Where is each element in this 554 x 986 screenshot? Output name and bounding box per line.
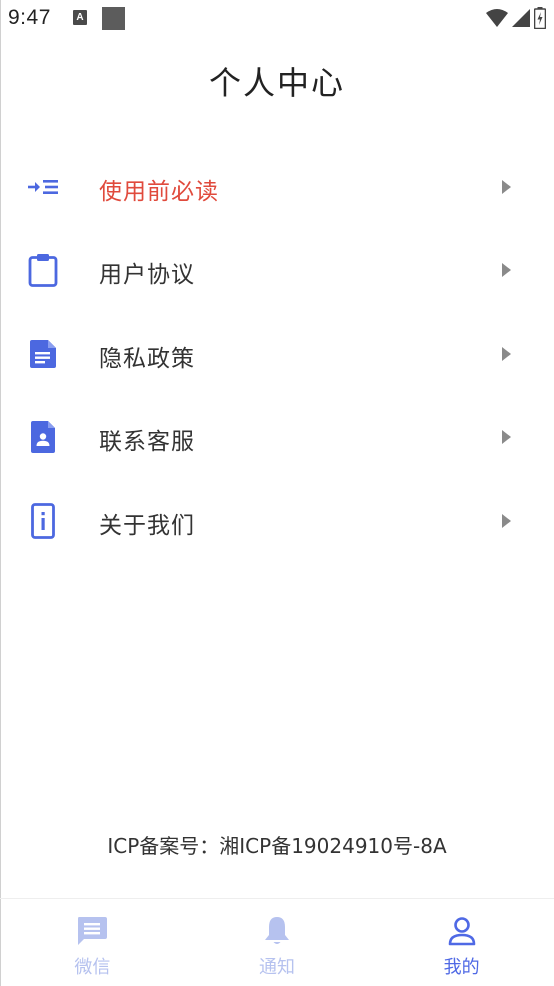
menu-item-read-before-use[interactable]: 使用前必读	[0, 146, 554, 229]
menu-item-label: 隐私政策	[99, 345, 195, 372]
info-icon	[26, 502, 60, 539]
menu-item-privacy-policy[interactable]: 隐私政策	[0, 313, 554, 396]
chevron-right-icon	[502, 263, 511, 278]
menu-item-label: 联系客服	[99, 429, 195, 456]
wifi-icon	[486, 9, 508, 27]
icp-record-text: ICP备案号：湘ICP备19024910号-8A	[107, 834, 447, 858]
indent-list-icon	[26, 169, 60, 205]
chevron-right-icon	[502, 430, 511, 445]
menu-list: 使用前必读 用户协议 隐私政策 联系客服 关于我们	[0, 146, 554, 563]
tab-mine[interactable]: 我的	[369, 899, 554, 986]
bottom-tab-bar: 微信 通知 我的	[0, 898, 554, 986]
menu-item-about-us[interactable]: 关于我们	[0, 480, 554, 563]
tab-wechat[interactable]: 微信	[0, 899, 185, 986]
status-right-group	[486, 7, 546, 29]
status-bar: 9:47 A	[0, 0, 554, 36]
tab-label: 我的	[443, 957, 480, 978]
tab-label: 微信	[74, 957, 111, 978]
chevron-right-icon	[502, 513, 511, 528]
user-icon	[445, 915, 479, 947]
square-notification-icon	[102, 7, 125, 30]
battery-icon	[534, 7, 546, 29]
tab-label: 通知	[259, 957, 295, 978]
cellular-signal-icon	[512, 9, 530, 27]
chat-icon	[75, 915, 109, 947]
clipboard-icon	[26, 252, 60, 288]
menu-item-contact-support[interactable]: 联系客服	[0, 396, 554, 479]
document-icon	[26, 336, 60, 372]
menu-item-user-agreement[interactable]: 用户协议	[0, 229, 554, 312]
status-time: 9:47	[8, 6, 51, 29]
contact-file-icon	[26, 419, 60, 455]
bell-icon	[260, 915, 294, 947]
menu-item-label: 使用前必读	[99, 179, 219, 205]
menu-item-label: 用户协议	[99, 262, 195, 289]
page-title: 个人中心	[208, 64, 345, 102]
chevron-right-icon	[502, 346, 511, 361]
menu-item-label: 关于我们	[99, 512, 195, 539]
tab-notifications[interactable]: 通知	[185, 899, 370, 986]
chevron-right-icon	[502, 180, 511, 194]
a-notification-icon: A	[73, 10, 87, 25]
